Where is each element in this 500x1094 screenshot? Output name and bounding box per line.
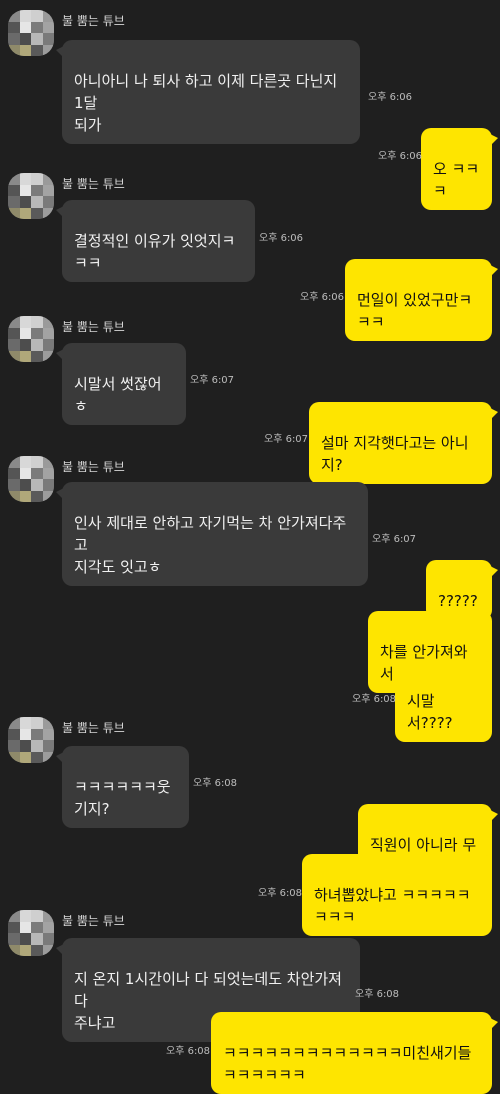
message-time: 오후 6:06 bbox=[368, 92, 413, 103]
avatar[interactable] bbox=[8, 456, 54, 502]
message-text: 결정적인 이유가 잇엇지ㅋㅋㅋ bbox=[74, 232, 236, 272]
message-time: 오후 6:08 bbox=[352, 694, 397, 705]
message-time: 오후 6:08 bbox=[166, 1046, 211, 1057]
message-text: 먼일이 있었구만ㅋㅋㅋ bbox=[357, 291, 473, 331]
sender-name: 불 뿜는 튜브 bbox=[62, 320, 125, 334]
message-bubble[interactable]: 인사 제대로 안하고 자기먹는 차 안가져다주고 지각도 잇고ㅎ bbox=[56, 482, 368, 586]
message-time: 오후 6:08 bbox=[258, 888, 303, 899]
avatar[interactable] bbox=[8, 316, 54, 362]
message-text: 시말서???? bbox=[407, 692, 453, 732]
message-bubble[interactable]: ㅋㅋㅋㅋㅋㅋ웃기지? bbox=[56, 746, 189, 828]
message-bubble[interactable]: 결정적인 이유가 잇엇지ㅋㅋㅋ bbox=[56, 200, 255, 282]
sender-name: 불 뿜는 튜브 bbox=[62, 460, 125, 474]
message-text: ㅋㅋㅋㅋㅋㅋ웃기지? bbox=[74, 778, 171, 818]
message-text: ㅋㅋㅋㅋㅋㅋㅋㅋㅋㅋㅋㅋㅋ미친새기들ㅋㅋㅋㅋㅋㅋ bbox=[223, 1044, 472, 1084]
sender-name: 불 뿜는 튜브 bbox=[62, 14, 125, 28]
message-text: 아니아니 나 퇴사 하고 이제 다른곳 다닌지 1달 되가 bbox=[74, 72, 338, 134]
message-time: 오후 6:06 bbox=[378, 151, 423, 162]
message-text: 인사 제대로 안하고 자기먹는 차 안가져다주고 지각도 잇고ㅎ bbox=[74, 514, 347, 576]
message-time: 오후 6:06 bbox=[300, 292, 345, 303]
message-bubble[interactable]: 시말서 썻잖어ㅎ bbox=[56, 343, 186, 425]
message-text: ????? bbox=[438, 592, 478, 610]
message-time: 오후 6:07 bbox=[264, 434, 309, 445]
sender-name: 불 뿜는 튜브 bbox=[62, 177, 125, 191]
message-text: 설마 지각햇다고는 아니지? bbox=[321, 434, 469, 474]
avatar[interactable] bbox=[8, 173, 54, 219]
message-time: 오후 6:08 bbox=[193, 778, 238, 789]
message-bubble[interactable]: ㅋㅋㅋㅋㅋㅋㅋㅋㅋㅋㅋㅋㅋ미친새기들ㅋㅋㅋㅋㅋㅋ bbox=[211, 1012, 498, 1094]
message-time: 오후 6:07 bbox=[372, 534, 417, 545]
sender-name: 불 뿜는 튜브 bbox=[62, 914, 125, 928]
message-time: 오후 6:06 bbox=[259, 233, 304, 244]
message-time: 오후 6:08 bbox=[355, 989, 400, 1000]
message-text: 오 ㅋㅋㅋ bbox=[433, 160, 480, 200]
avatar[interactable] bbox=[8, 910, 54, 956]
sender-name: 불 뿜는 튜브 bbox=[62, 721, 125, 735]
message-time: 오후 6:07 bbox=[190, 375, 235, 386]
message-bubble[interactable]: 시말서???? bbox=[395, 660, 492, 742]
message-text: 시말서 썻잖어ㅎ bbox=[74, 375, 162, 415]
message-bubble[interactable]: 먼일이 있었구만ㅋㅋㅋ bbox=[345, 259, 498, 341]
avatar[interactable] bbox=[8, 10, 54, 56]
message-bubble[interactable]: 설마 지각햇다고는 아니지? bbox=[309, 402, 498, 484]
message-text: 하녀뽑았냐고 ㅋㅋㅋㅋㅋㅋㅋㅋ bbox=[314, 886, 471, 926]
message-bubble[interactable]: 오 ㅋㅋㅋ bbox=[421, 128, 498, 210]
avatar[interactable] bbox=[8, 717, 54, 763]
message-bubble[interactable]: 하녀뽑았냐고 ㅋㅋㅋㅋㅋㅋㅋㅋ bbox=[302, 854, 492, 936]
message-bubble[interactable]: 아니아니 나 퇴사 하고 이제 다른곳 다닌지 1달 되가 bbox=[56, 40, 360, 144]
